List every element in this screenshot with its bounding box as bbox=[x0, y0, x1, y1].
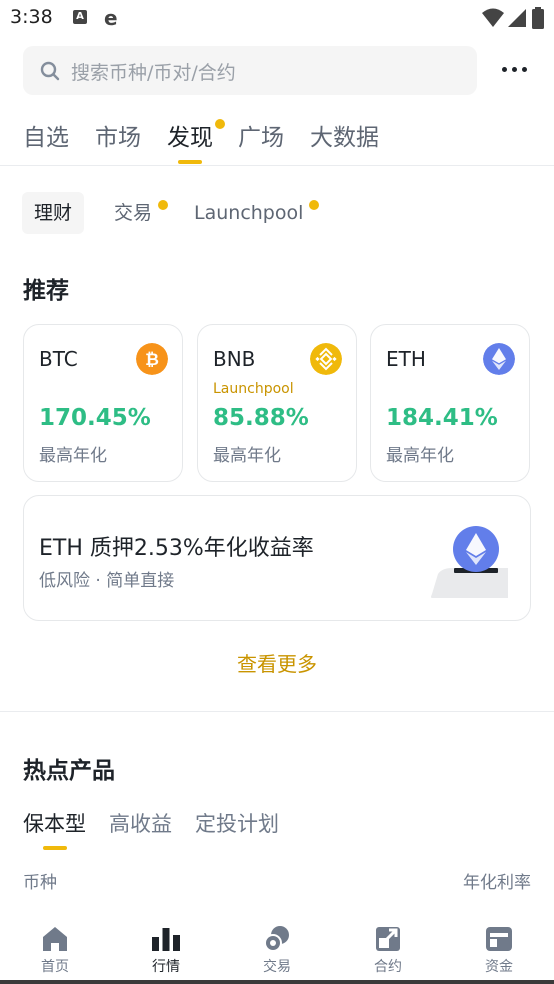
battery-icon bbox=[532, 7, 544, 29]
tab-square[interactable]: 广场 bbox=[238, 118, 284, 152]
subtab-launchpool-badge-dot bbox=[309, 200, 319, 210]
wallet-icon bbox=[486, 927, 512, 951]
svg-text:₿: ₿ bbox=[145, 350, 159, 370]
nav-home[interactable]: 首页 bbox=[0, 924, 110, 976]
tab-high-yield[interactable]: 高收益 bbox=[109, 808, 172, 838]
status-time: 3:38 bbox=[10, 6, 53, 28]
markets-icon bbox=[152, 928, 180, 951]
tab-active-indicator bbox=[178, 160, 202, 164]
subtab-earn[interactable]: 理财 bbox=[22, 192, 85, 234]
subtab-trade[interactable]: 交易 bbox=[114, 192, 152, 234]
tab-watchlist[interactable]: 自选 bbox=[23, 118, 69, 152]
tabs-divider bbox=[0, 165, 554, 166]
card-rate-label: 最高年化 bbox=[39, 446, 107, 466]
stake-title: ETH 质押2.53%年化收益率 bbox=[39, 536, 314, 561]
column-header-coin: 币种 bbox=[23, 873, 57, 893]
tab-principal-protected[interactable]: 保本型 bbox=[23, 808, 86, 838]
hot-tab-active-indicator bbox=[43, 846, 67, 850]
hot-products-title: 热点产品 bbox=[23, 758, 115, 784]
notification-icon: A bbox=[73, 10, 87, 24]
nav-futures[interactable]: 合约 bbox=[333, 924, 443, 976]
tab-auto-invest[interactable]: 定投计划 bbox=[195, 808, 279, 838]
search-row: 搜索币种/币对/合约 bbox=[0, 46, 554, 96]
home-icon bbox=[43, 927, 67, 951]
recommend-card-bnb[interactable]: BNB Launchpool 85.88% 最高年化 bbox=[197, 324, 357, 482]
nav-label: 合约 bbox=[374, 959, 402, 975]
bottom-navigation: 首页 行情 交易 合约 资金 bbox=[0, 914, 554, 984]
tab-markets[interactable]: 市场 bbox=[95, 118, 141, 152]
stake-subtitle: 低风险 · 简单直接 bbox=[39, 571, 175, 591]
nav-label: 行情 bbox=[152, 959, 180, 975]
card-rate: 184.41% bbox=[386, 405, 498, 431]
eth-icon bbox=[483, 343, 515, 375]
eth-staking-card[interactable]: ETH 质押2.53%年化收益率 低风险 · 简单直接 bbox=[23, 495, 531, 621]
status-bar: 3:38 A e bbox=[0, 0, 554, 36]
nav-label: 首页 bbox=[41, 959, 69, 975]
recommend-card-btc[interactable]: BTC ₿ 170.45% 最高年化 bbox=[23, 324, 183, 482]
eth-stake-illustration bbox=[431, 526, 508, 598]
bnb-icon bbox=[310, 343, 342, 375]
card-rate-label: 最高年化 bbox=[386, 446, 454, 466]
card-sub-label: Launchpool bbox=[213, 381, 294, 397]
browser-icon: e bbox=[104, 6, 118, 30]
btc-icon: ₿ bbox=[136, 343, 168, 375]
recommend-card-eth[interactable]: ETH 184.41% 最高年化 bbox=[370, 324, 530, 482]
status-icons bbox=[482, 7, 544, 29]
card-coin: BTC bbox=[39, 347, 78, 371]
trade-icon bbox=[264, 926, 289, 952]
card-coin: ETH bbox=[386, 347, 426, 371]
wifi-icon bbox=[482, 8, 504, 27]
more-menu-button[interactable] bbox=[500, 58, 530, 82]
subtab-trade-badge-dot bbox=[158, 200, 168, 210]
nav-markets[interactable]: 行情 bbox=[111, 924, 221, 976]
card-rate-label: 最高年化 bbox=[213, 446, 281, 466]
futures-icon bbox=[376, 927, 400, 951]
search-input[interactable]: 搜索币种/币对/合约 bbox=[23, 46, 477, 95]
nav-wallet[interactable]: 资金 bbox=[444, 924, 554, 976]
column-header-apr: 年化利率 bbox=[463, 873, 531, 893]
tab-big-data[interactable]: 大数据 bbox=[310, 118, 379, 152]
signal-icon bbox=[508, 9, 526, 27]
nav-label: 交易 bbox=[263, 959, 291, 975]
subtab-launchpool[interactable]: Launchpool bbox=[194, 192, 303, 234]
search-placeholder: 搜索币种/币对/合约 bbox=[71, 62, 236, 84]
recommend-title: 推荐 bbox=[23, 278, 69, 304]
tab-discover-badge-dot bbox=[215, 119, 225, 129]
card-coin: BNB bbox=[213, 347, 256, 371]
search-icon bbox=[40, 61, 60, 81]
section-divider bbox=[0, 711, 554, 712]
card-rate: 170.45% bbox=[39, 405, 151, 431]
nav-trade[interactable]: 交易 bbox=[222, 924, 332, 976]
tab-discover[interactable]: 发现 bbox=[167, 118, 213, 152]
card-rate: 85.88% bbox=[213, 405, 309, 431]
see-more-link[interactable]: 查看更多 bbox=[0, 648, 554, 677]
gesture-bar bbox=[0, 980, 554, 984]
nav-label: 资金 bbox=[485, 959, 513, 975]
